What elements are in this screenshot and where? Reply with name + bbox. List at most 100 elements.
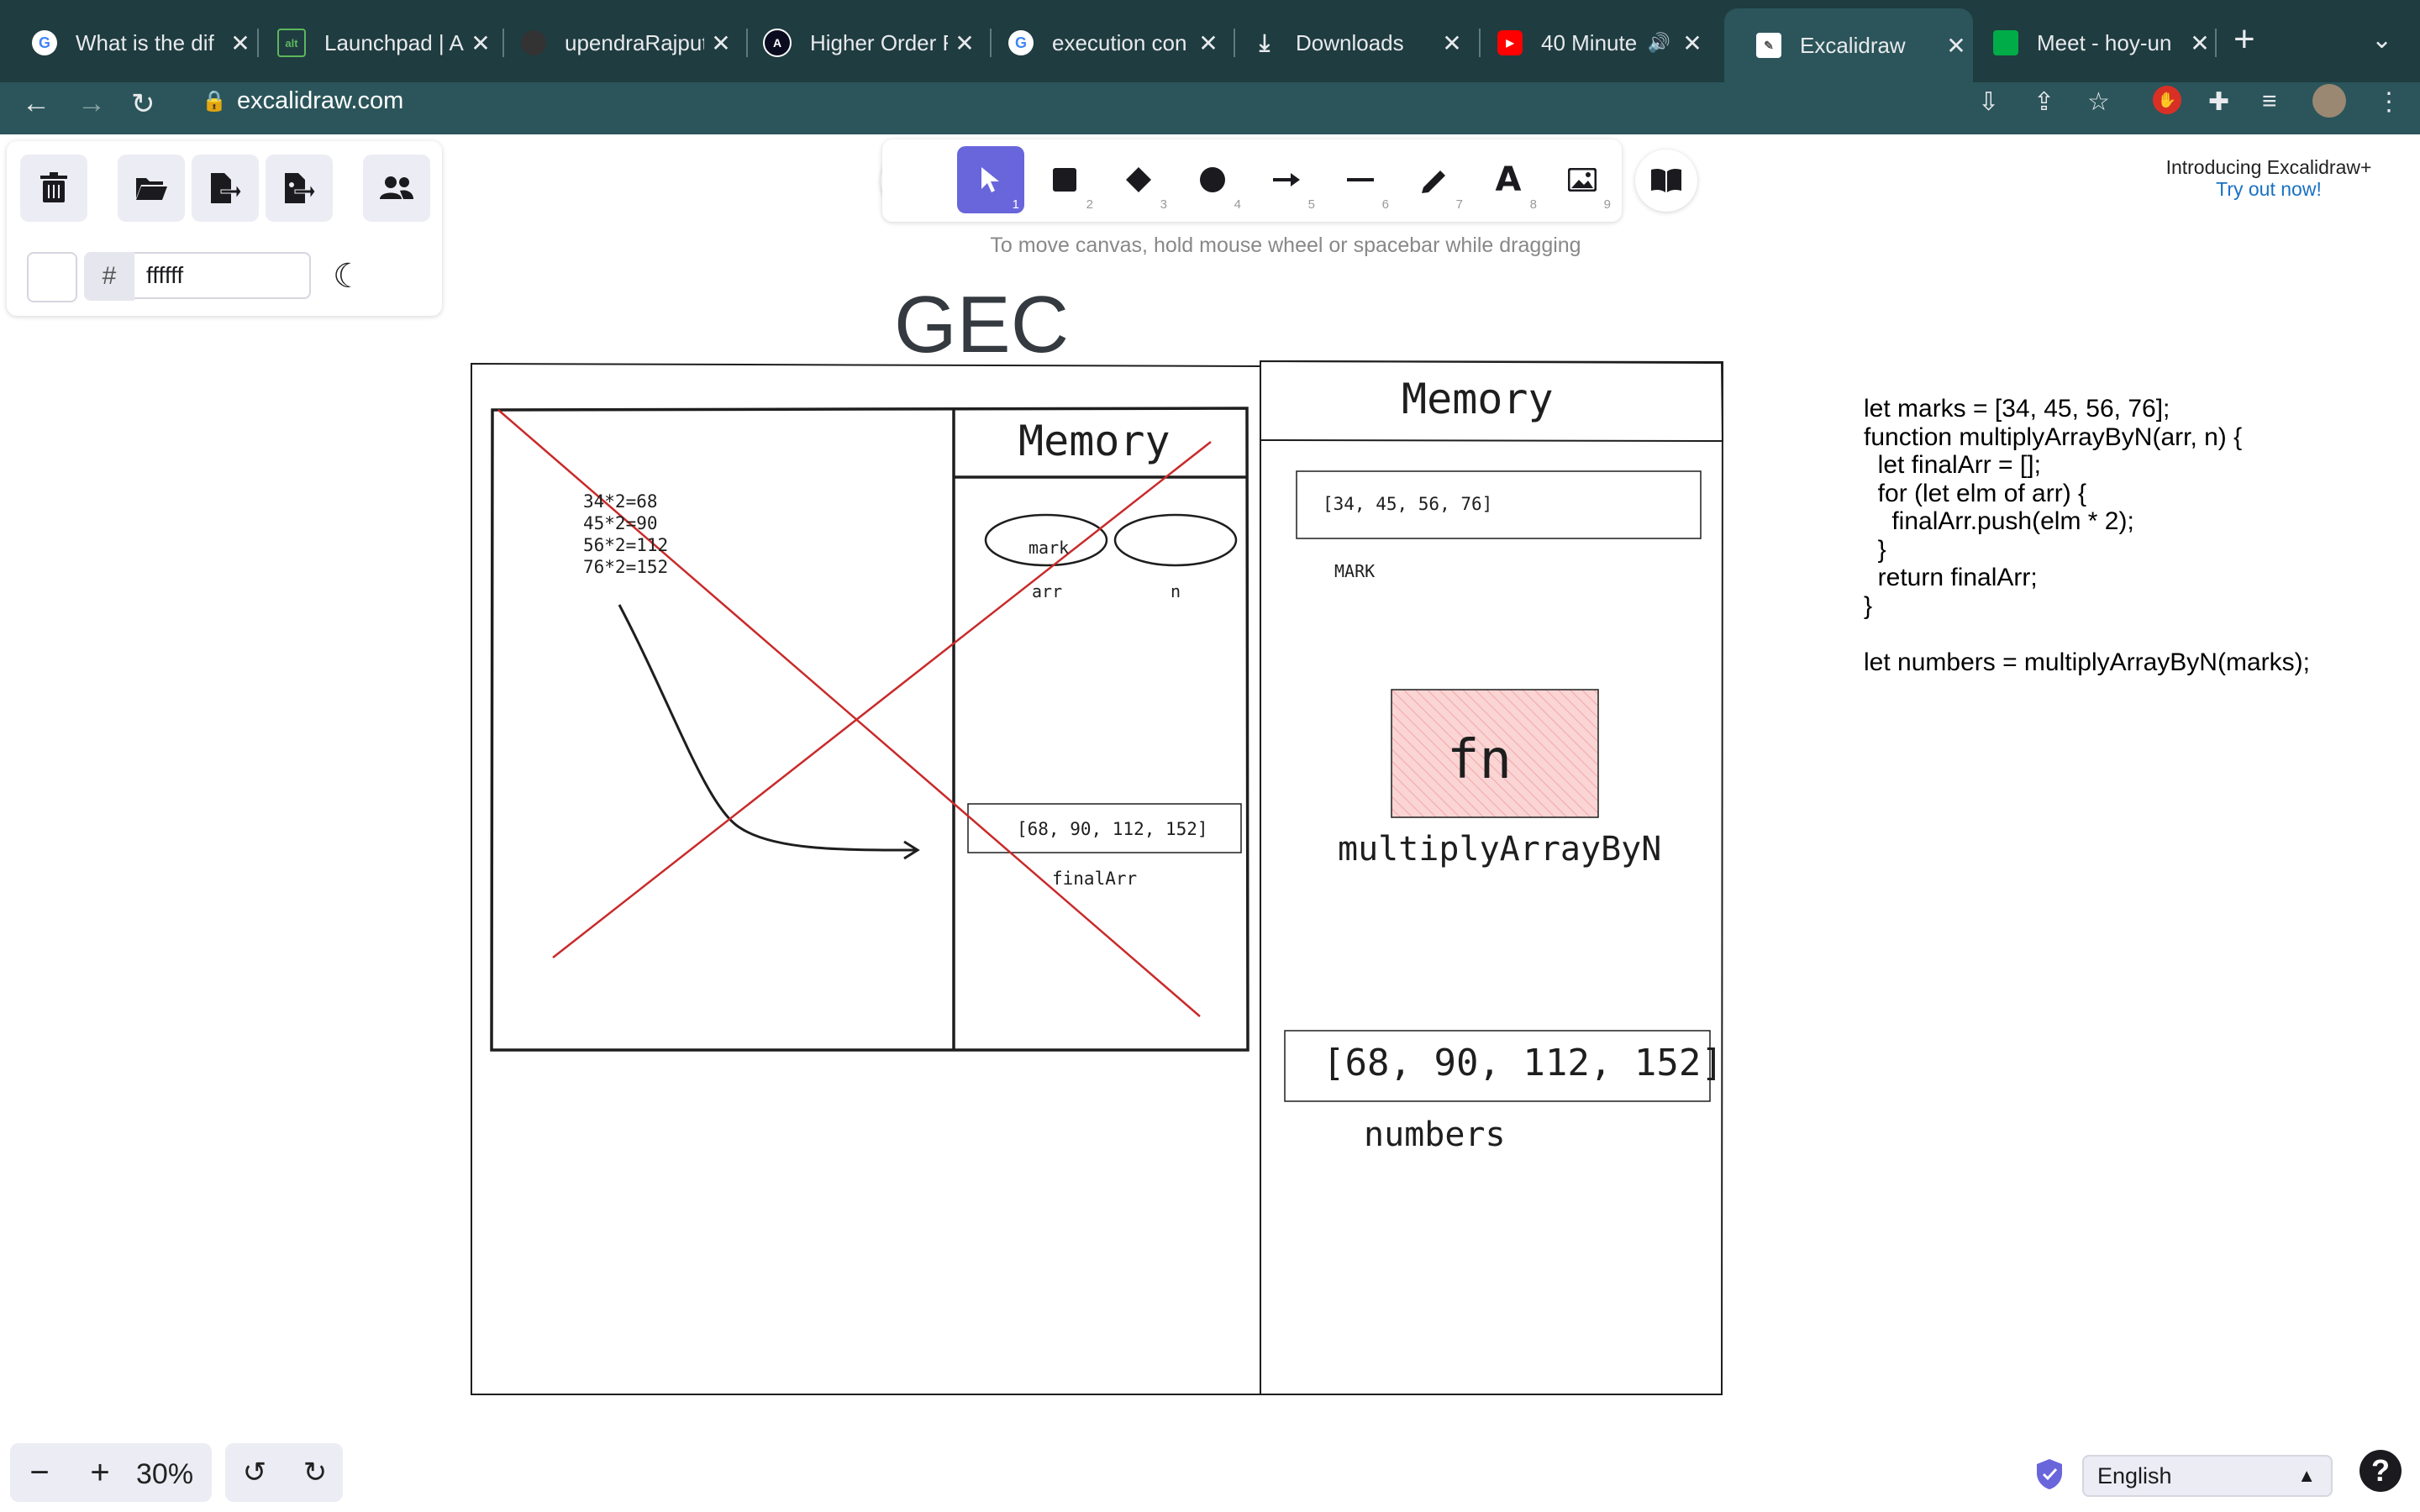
forward-icon[interactable]: →	[77, 87, 106, 120]
zoom-controls: − + 30%	[10, 1443, 212, 1502]
zoom-in-button[interactable]: +	[71, 1443, 129, 1502]
tab-search-icon[interactable]: ⌄	[2371, 25, 2392, 55]
zoom-out-button[interactable]: −	[10, 1443, 69, 1502]
code-snippet[interactable]: let marks = [34, 45, 56, 76]; function m…	[1864, 395, 2310, 676]
open-button[interactable]	[118, 155, 185, 222]
save-button[interactable]	[192, 155, 259, 222]
numbers-array-text[interactable]: [68, 90, 112, 152]	[1323, 1042, 1723, 1084]
arrow-icon	[1273, 173, 1300, 186]
arr-label[interactable]: arr	[1032, 581, 1062, 601]
promo-title: Introducing Excalidraw+	[2165, 156, 2372, 178]
background-color-input[interactable]: ffffff	[134, 252, 311, 299]
book-open-icon	[1651, 168, 1681, 192]
tab-title: What is the dif	[76, 29, 214, 55]
canvas-background-swatch[interactable]	[27, 252, 77, 302]
media-control-icon[interactable]: ≡	[2262, 87, 2277, 116]
canvas-hint: To move canvas, hold mouse wheel or spac…	[990, 234, 1581, 257]
tab-0[interactable]: G What is the dif ✕	[0, 12, 257, 74]
fn-name-label[interactable]: multiplyArrayByN	[1338, 830, 1661, 869]
history-controls: ↺ ↻	[225, 1443, 343, 1502]
n-oval[interactable]	[1113, 513, 1238, 567]
close-icon[interactable]: ✕	[1676, 29, 1709, 57]
trash-icon	[40, 172, 67, 202]
speaker-icon[interactable]: 🔊	[1648, 32, 1670, 54]
browser-menu-icon[interactable]: ⋮	[2376, 87, 2402, 117]
marks-label[interactable]: MARK	[1334, 561, 1375, 581]
clear-canvas-button[interactable]	[20, 155, 87, 222]
diamond-tool[interactable]: 3	[1105, 146, 1172, 213]
numbers-label[interactable]: numbers	[1364, 1116, 1506, 1154]
calc-line-4[interactable]: 76*2=152	[583, 556, 668, 578]
new-tab-button[interactable]: +	[2233, 18, 2255, 60]
promo-banner[interactable]: Introducing Excalidraw+ Try out now!	[2118, 156, 2420, 200]
calc-line-3[interactable]: 56*2=112	[583, 534, 668, 556]
zoom-level[interactable]: 30%	[136, 1458, 193, 1491]
line-tool[interactable]: 6	[1327, 146, 1394, 213]
dark-mode-moon-icon[interactable]: ☾	[333, 257, 363, 296]
tool-number: 2	[1086, 197, 1093, 212]
marks-array-text[interactable]: [34, 45, 56, 76]	[1323, 494, 1492, 514]
share-icon[interactable]: ⇪	[2033, 87, 2054, 117]
extension-stop-icon[interactable]: ✋	[2153, 86, 2181, 114]
tab-strip: G What is the dif ✕ alt Launchpad | A ✕ …	[0, 0, 2420, 82]
extensions-puzzle-icon[interactable]: ✚	[2208, 87, 2229, 117]
n-label[interactable]: n	[1171, 581, 1181, 601]
reload-icon[interactable]: ↻	[131, 87, 155, 121]
close-icon[interactable]: ✕	[2183, 29, 2217, 57]
url-field[interactable]: excalidraw.com	[237, 87, 403, 115]
text-a-icon: A	[1495, 160, 1522, 199]
image-tool[interactable]: 9	[1549, 146, 1616, 213]
gec-title[interactable]: GEC	[894, 279, 1069, 371]
selection-tool[interactable]: 1	[957, 146, 1024, 213]
tool-number: 7	[1455, 197, 1463, 212]
final-arr-label[interactable]: finalArr	[1052, 869, 1137, 889]
tab-title: upendraRajput	[565, 29, 704, 55]
tab-7-active[interactable]: ✎ Excalidraw ✕	[1724, 8, 1973, 82]
install-icon[interactable]: ⇩	[1978, 87, 1999, 117]
angular-icon: A	[763, 29, 792, 57]
right-memory-column[interactable]	[1260, 360, 1724, 1395]
fn-box-label[interactable]: fn	[1447, 729, 1512, 791]
draw-tool[interactable]: 7	[1401, 146, 1468, 213]
tab-title: Excalidraw	[1800, 32, 1906, 58]
undo-icon[interactable]: ↺	[225, 1443, 284, 1502]
redo-icon[interactable]: ↻	[286, 1443, 345, 1502]
bookmark-star-icon[interactable]: ☆	[2087, 87, 2110, 117]
encryption-shield-icon[interactable]	[2035, 1458, 2064, 1490]
calc-line-2[interactable]: 45*2=90	[583, 512, 658, 534]
users-icon	[380, 176, 413, 199]
tab-5[interactable]: ⤓ Downloads ✕	[1220, 12, 1469, 74]
tab-8[interactable]: Meet - hoy-un ✕	[1961, 12, 2217, 74]
right-memory-title[interactable]: Memory	[1402, 375, 1554, 423]
library-button[interactable]	[1635, 150, 1697, 212]
live-collaboration-button[interactable]	[363, 155, 430, 222]
drawing-canvas[interactable]	[0, 134, 2420, 1512]
tab-title: 40 Minute	[1541, 29, 1638, 55]
tab-6[interactable]: ▶ 40 Minute 🔊 ✕	[1465, 12, 1709, 74]
tab-3[interactable]: A Higher Order F ✕	[731, 12, 981, 74]
tab-1[interactable]: alt Launchpad | A ✕	[245, 12, 497, 74]
google-icon: G	[1008, 30, 1034, 55]
final-array-text[interactable]: [68, 90, 112, 152]	[1017, 819, 1208, 839]
promo-link[interactable]: Try out now!	[2118, 178, 2420, 200]
language-select[interactable]: English ▲	[2082, 1455, 2333, 1497]
help-button[interactable]: ?	[2360, 1450, 2402, 1492]
hash-icon: #	[84, 252, 134, 301]
left-memory-title[interactable]: Memory	[1018, 417, 1171, 465]
launchpad-icon: alt	[277, 29, 306, 57]
image-icon	[1568, 168, 1597, 192]
tab-2[interactable]: upendraRajput ✕	[489, 12, 738, 74]
rectangle-tool[interactable]: 2	[1031, 146, 1098, 213]
ellipse-tool[interactable]: 4	[1179, 146, 1246, 213]
profile-avatar[interactable]	[2312, 84, 2346, 118]
export-image-button[interactable]	[266, 155, 333, 222]
lock-icon[interactable]: 🔒	[202, 89, 227, 113]
close-icon[interactable]: ✕	[1435, 29, 1469, 57]
arrow-tool[interactable]: 5	[1253, 146, 1320, 213]
text-tool[interactable]: A 8	[1475, 146, 1542, 213]
meet-icon	[1993, 30, 2018, 55]
calc-line-1[interactable]: 34*2=68	[583, 491, 658, 512]
oval-mark-label[interactable]: mark	[1028, 538, 1069, 558]
back-icon[interactable]: ←	[22, 87, 50, 120]
tab-4[interactable]: G execution con ✕	[976, 12, 1225, 74]
